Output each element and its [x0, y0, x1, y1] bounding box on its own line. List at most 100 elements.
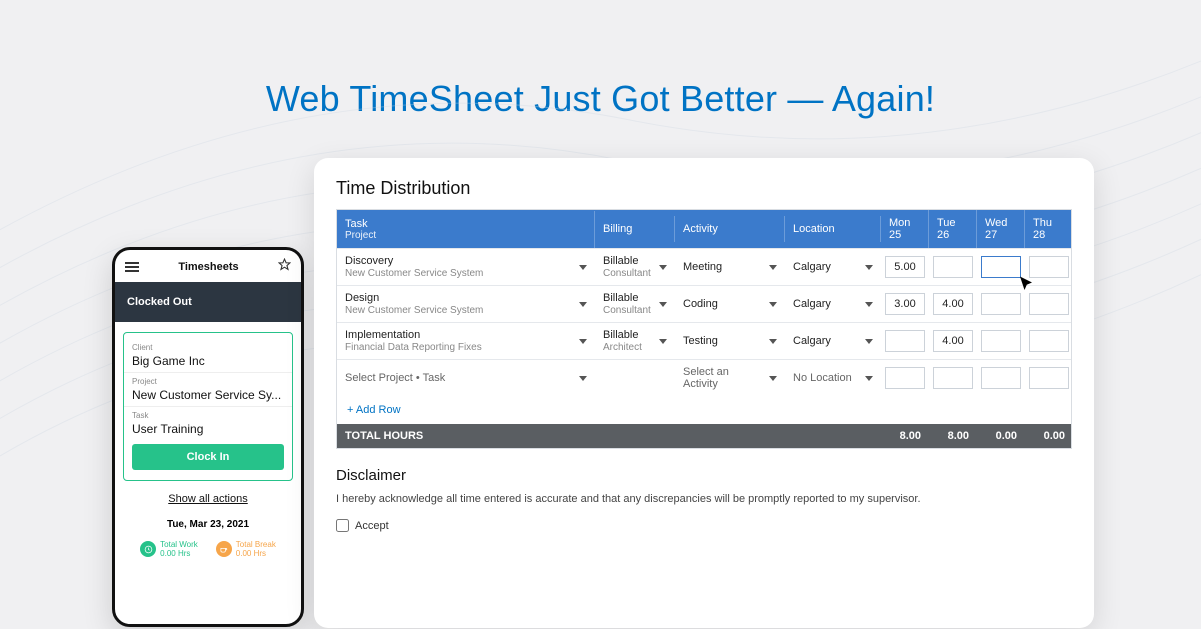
time-distribution-table: TaskProject Billing Activity Location Mo…	[336, 209, 1072, 449]
billing-select[interactable]: BillableConsultant	[595, 249, 675, 285]
total-d3: 0.00	[977, 424, 1025, 448]
col-task: Task	[345, 218, 368, 230]
accept-label: Accept	[355, 520, 389, 532]
project-value[interactable]: New Customer Service Sy...	[132, 388, 284, 402]
coffee-icon	[216, 541, 232, 557]
total-work-value: 0.00 Hrs	[160, 549, 198, 558]
location-select[interactable]: Calgary	[785, 292, 881, 316]
chevron-down-icon	[659, 339, 667, 344]
table-row-empty: Select Project • Task Select an Activity…	[337, 359, 1071, 396]
hours-input[interactable]: 4.00	[933, 293, 973, 315]
col-day-3: Wed 27	[977, 210, 1025, 248]
phone-date: Tue, Mar 23, 2021	[115, 519, 301, 530]
hours-input[interactable]: 3.00	[885, 293, 925, 315]
task-select[interactable]: ImplementationFinancial Data Reporting F…	[337, 323, 595, 359]
col-day-2: Tue 26	[929, 210, 977, 248]
accept-checkbox[interactable]	[336, 519, 349, 532]
chevron-down-icon	[865, 339, 873, 344]
total-d4: 0.00	[1025, 424, 1073, 448]
task-select[interactable]: DesignNew Customer Service System	[337, 286, 595, 322]
chevron-down-icon	[865, 376, 873, 381]
hours-input[interactable]	[885, 367, 925, 389]
location-select[interactable]: Calgary	[785, 255, 881, 279]
task-label: Task	[132, 411, 284, 420]
col-location: Location	[785, 216, 881, 242]
total-d2: 8.00	[929, 424, 977, 448]
total-d1: 8.00	[881, 424, 929, 448]
clock-status: Clocked Out	[115, 282, 301, 322]
cursor-icon	[1017, 275, 1035, 293]
card-title: Time Distribution	[336, 178, 1072, 199]
hours-input[interactable]	[933, 256, 973, 278]
disclaimer-title: Disclaimer	[336, 467, 1072, 484]
hours-input[interactable]	[981, 330, 1021, 352]
activity-select[interactable]: Testing	[675, 329, 785, 353]
chevron-down-icon	[769, 302, 777, 307]
col-project: Project	[345, 230, 586, 241]
location-select[interactable]: Calgary	[785, 329, 881, 353]
add-row-button[interactable]: + Add Row	[337, 396, 1071, 424]
table-row: ImplementationFinancial Data Reporting F…	[337, 322, 1071, 359]
table-header: TaskProject Billing Activity Location Mo…	[337, 210, 1071, 248]
client-label: Client	[132, 343, 284, 352]
total-work-stat: Total Work0.00 Hrs	[140, 540, 198, 558]
chevron-down-icon	[769, 339, 777, 344]
hours-input[interactable]	[885, 330, 925, 352]
page-headline: Web TimeSheet Just Got Better — Again!	[0, 0, 1201, 120]
timesheet-card: Time Distribution TaskProject Billing Ac…	[314, 158, 1094, 628]
activity-select[interactable]: Coding	[675, 292, 785, 316]
chevron-down-icon	[769, 376, 777, 381]
hours-input[interactable]	[981, 367, 1021, 389]
clock-in-button[interactable]: Clock In	[132, 444, 284, 470]
total-break-value: 0.00 Hrs	[236, 549, 276, 558]
star-icon[interactable]	[278, 258, 291, 276]
activity-select[interactable]: Select an Activity	[675, 360, 785, 396]
total-work-label: Total Work	[160, 540, 198, 549]
chevron-down-icon	[659, 265, 667, 270]
chevron-down-icon	[865, 265, 873, 270]
location-select[interactable]: No Location	[785, 366, 881, 390]
total-break-label: Total Break	[236, 540, 276, 549]
activity-select[interactable]: Meeting	[675, 255, 785, 279]
task-select[interactable]: DiscoveryNew Customer Service System	[337, 249, 595, 285]
chevron-down-icon	[579, 376, 587, 381]
accept-checkbox-row[interactable]: Accept	[336, 519, 1072, 532]
clock-icon	[140, 541, 156, 557]
col-day-4: Thu 28	[1025, 210, 1073, 248]
hours-input[interactable]	[1029, 293, 1069, 315]
chevron-down-icon	[865, 302, 873, 307]
col-billing: Billing	[595, 216, 675, 242]
disclaimer-section: Disclaimer I hereby acknowledge all time…	[336, 467, 1072, 532]
hours-input[interactable]	[1029, 256, 1069, 278]
table-row: DesignNew Customer Service System Billab…	[337, 285, 1071, 322]
client-value[interactable]: Big Game Inc	[132, 354, 284, 368]
hours-input[interactable]	[1029, 367, 1069, 389]
totals-label: TOTAL HOURS	[337, 424, 881, 448]
task-value[interactable]: User Training	[132, 422, 284, 436]
hours-input[interactable]: 5.00	[885, 256, 925, 278]
project-label: Project	[132, 377, 284, 386]
hours-input[interactable]	[981, 256, 1021, 278]
hours-input[interactable]	[981, 293, 1021, 315]
phone-mock: Timesheets Clocked Out Client Big Game I…	[112, 247, 304, 627]
table-row: DiscoveryNew Customer Service System Bil…	[337, 248, 1071, 285]
col-activity: Activity	[675, 216, 785, 242]
billing-select[interactable]: BillableConsultant	[595, 286, 675, 322]
chevron-down-icon	[579, 302, 587, 307]
hours-input[interactable]: 4.00	[933, 330, 973, 352]
billing-select[interactable]: BillableArchitect	[595, 323, 675, 359]
disclaimer-text: I hereby acknowledge all time entered is…	[336, 492, 1072, 507]
phone-screen-title: Timesheets	[178, 261, 238, 273]
totals-row: TOTAL HOURS 8.00 8.00 0.00 0.00	[337, 424, 1071, 448]
chevron-down-icon	[579, 265, 587, 270]
hours-input[interactable]	[933, 367, 973, 389]
col-day-1: Mon 25	[881, 210, 929, 248]
show-all-actions-link[interactable]: Show all actions	[115, 493, 301, 505]
total-break-stat: Total Break0.00 Hrs	[216, 540, 276, 558]
chevron-down-icon	[659, 302, 667, 307]
hamburger-icon[interactable]	[125, 260, 139, 274]
task-select[interactable]: Select Project • Task	[337, 366, 595, 390]
time-entry-card: Client Big Game Inc Project New Customer…	[123, 332, 293, 481]
hours-input[interactable]	[1029, 330, 1069, 352]
chevron-down-icon	[769, 265, 777, 270]
